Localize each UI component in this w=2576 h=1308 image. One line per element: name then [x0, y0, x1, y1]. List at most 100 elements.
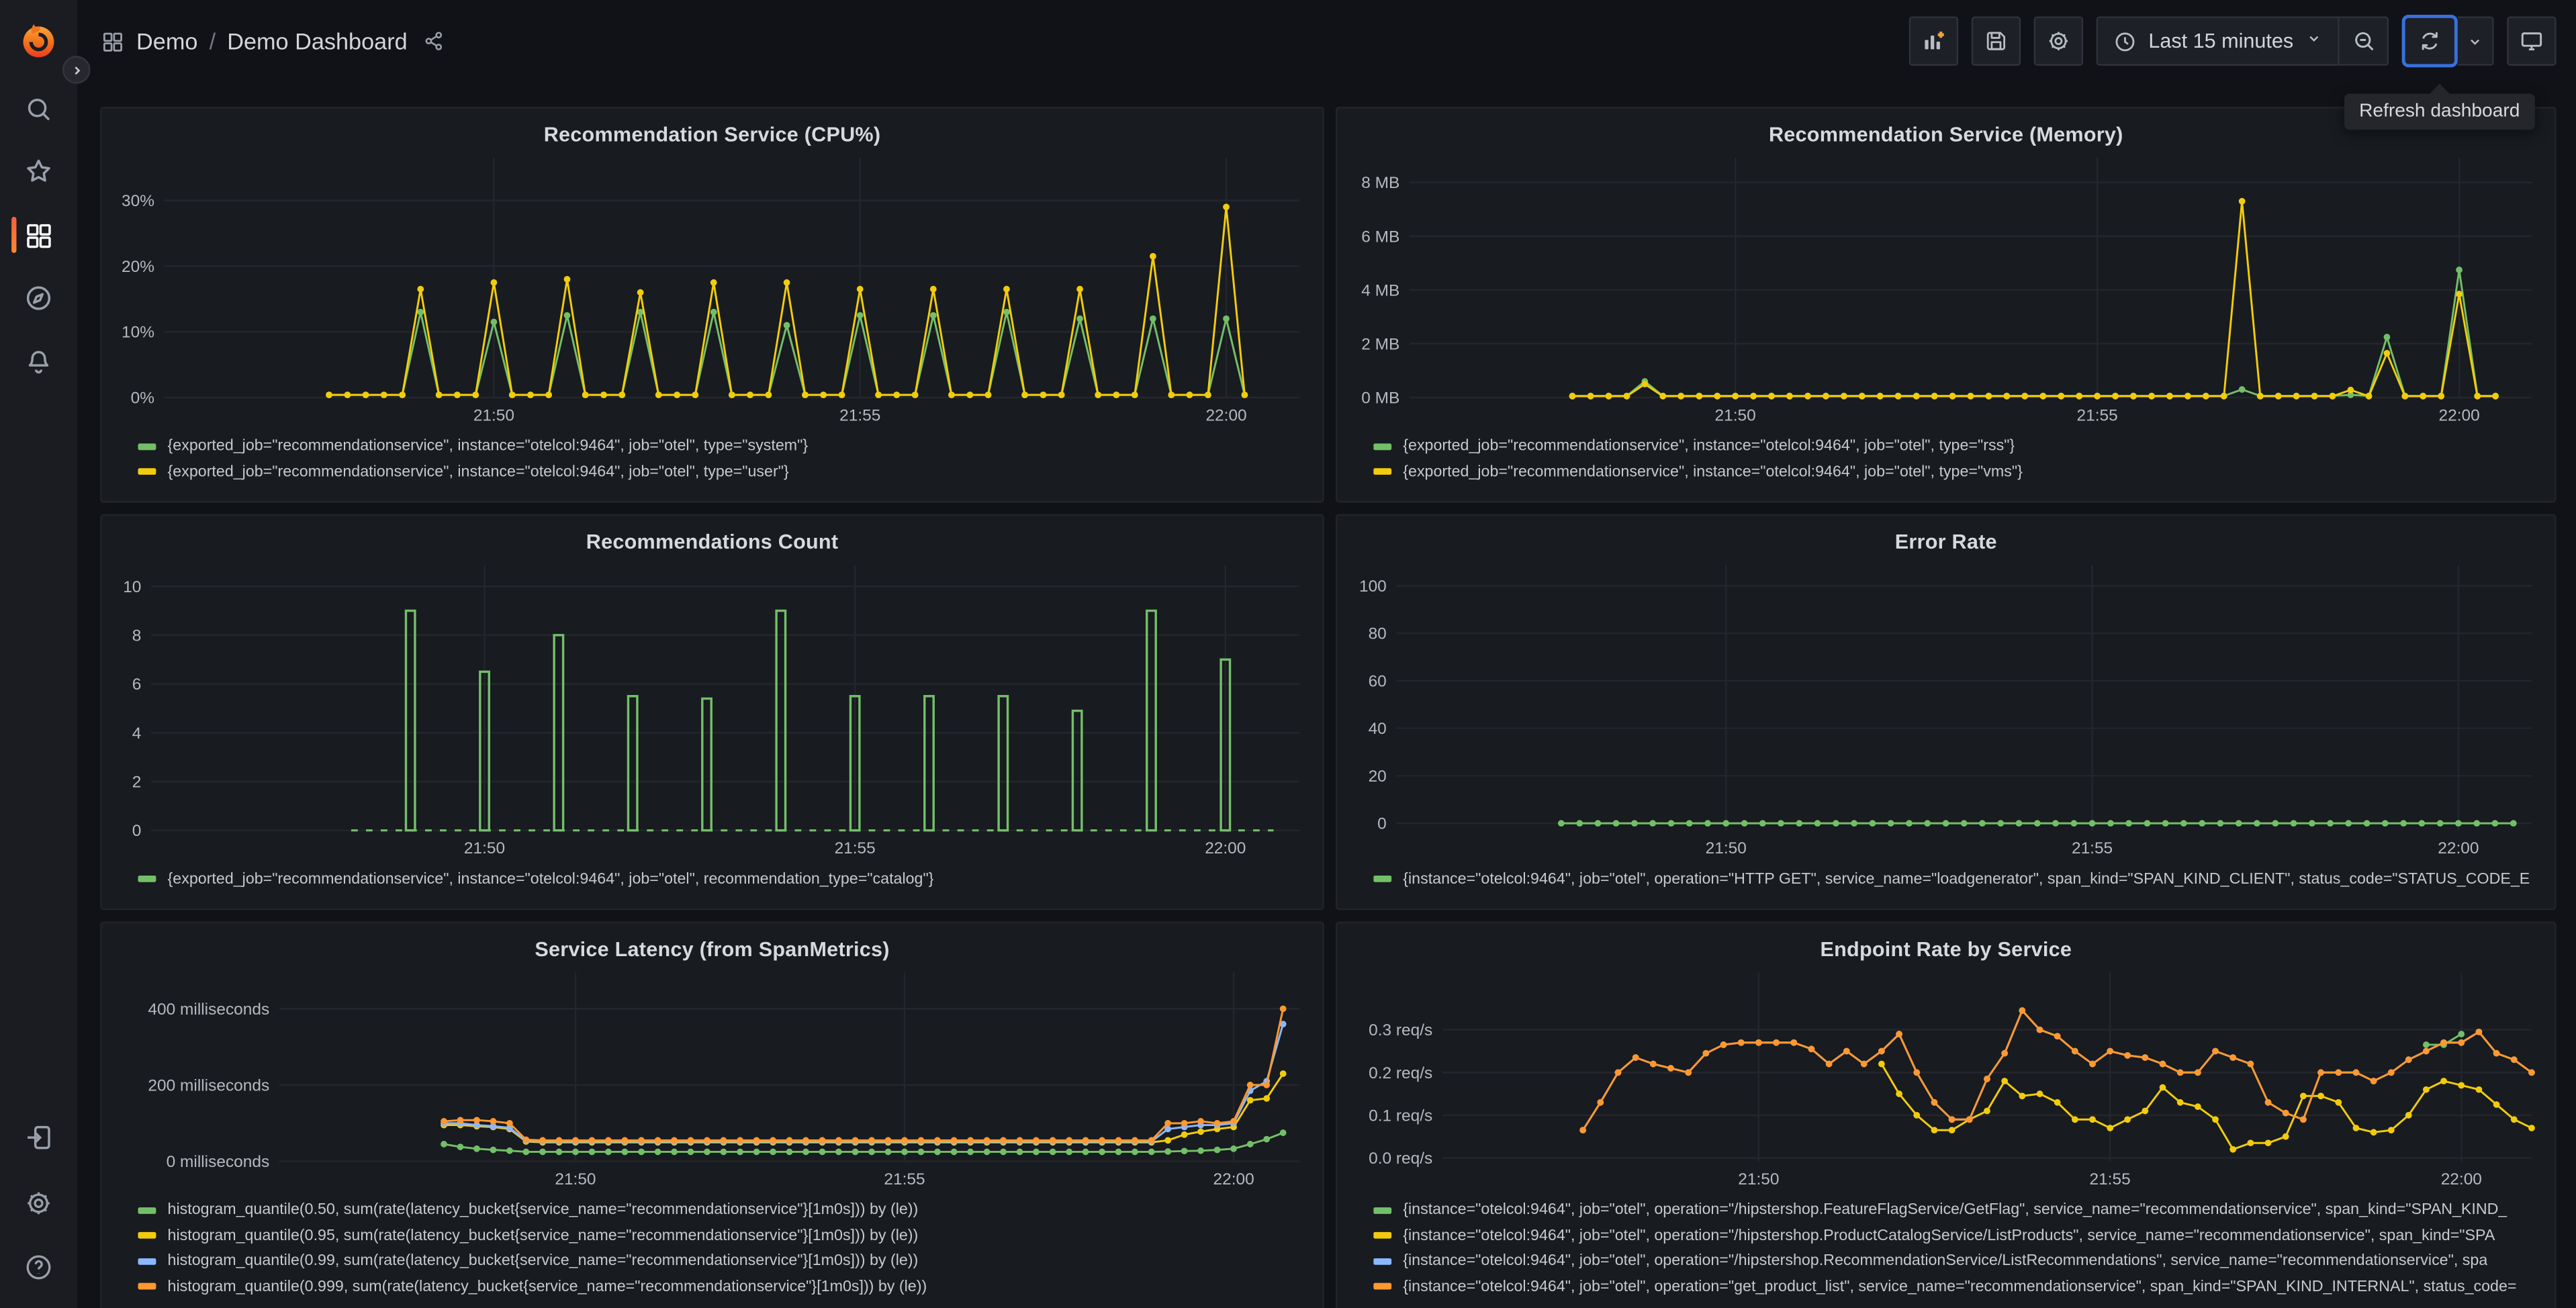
- svg-text:6 MB: 6 MB: [1361, 228, 1399, 246]
- sidebar-item-search[interactable]: [0, 92, 77, 125]
- legend-label[interactable]: {instance="otelcol:9464", job="otel", op…: [1403, 1227, 2495, 1245]
- svg-text:4: 4: [132, 725, 142, 743]
- svg-text:0.3 req/s: 0.3 req/s: [1369, 1021, 1432, 1039]
- panel-legend: {exported_job="recommendationservice", i…: [115, 434, 1309, 485]
- svg-text:22:00: 22:00: [1205, 839, 1246, 857]
- svg-text:6: 6: [132, 675, 142, 694]
- time-range-picker[interactable]: Last 15 minutes: [2096, 16, 2340, 66]
- legend-label[interactable]: {exported_job="recommendationservice", i…: [168, 870, 934, 888]
- chart[interactable]: 0% 10% 20% 30% 21:50 21:55 22:00: [115, 151, 1309, 427]
- legend-label[interactable]: histogram_quantile(0.50, sum(rate(latenc…: [168, 1201, 919, 1219]
- svg-text:21:55: 21:55: [839, 406, 880, 424]
- refresh-interval-dropdown[interactable]: [2457, 16, 2494, 66]
- breadcrumb-page[interactable]: Demo Dashboard: [227, 28, 407, 54]
- svg-text:2 MB: 2 MB: [1361, 336, 1399, 354]
- panel-legend: {instance="otelcol:9464", job="otel", op…: [1350, 866, 2542, 892]
- chart[interactable]: 0 MB 2 MB 4 MB 6 MB 8 MB 21:50 21:55 22:00: [1350, 151, 2542, 427]
- clock-icon: [2112, 29, 2137, 54]
- legend-label[interactable]: histogram_quantile(0.999, sum(rate(laten…: [168, 1278, 927, 1296]
- legend-swatch: [1373, 1207, 1392, 1214]
- svg-text:40: 40: [1369, 720, 1387, 738]
- chevron-down-icon: [2305, 30, 2323, 48]
- legend-item: histogram_quantile(0.999, sum(rate(laten…: [138, 1274, 1309, 1299]
- legend-label[interactable]: {instance="otelcol:9464", job="otel", op…: [1403, 1278, 2516, 1296]
- sidebar-item-help[interactable]: [0, 1251, 77, 1284]
- dashboard-grid: Recommendation Service (CPU%) 0% 10% 20% 30%…: [77, 82, 2576, 1308]
- svg-text:21:50: 21:50: [555, 1170, 596, 1188]
- compass-icon: [23, 283, 54, 314]
- legend-label[interactable]: {instance="otelcol:9464", job="otel", op…: [1403, 1201, 2507, 1219]
- refresh-dashboard-button[interactable]: [2401, 15, 2458, 68]
- panel-title[interactable]: Error Rate: [1350, 526, 2542, 559]
- legend-label[interactable]: {exported_job="recommendationservice", i…: [168, 437, 809, 455]
- svg-text:0 MB: 0 MB: [1361, 389, 1399, 408]
- grafana-logo[interactable]: [18, 19, 59, 60]
- legend-swatch: [138, 1207, 156, 1214]
- legend-item: {exported_job="recommendationservice", i…: [138, 866, 1309, 892]
- chevron-right-icon: [68, 62, 85, 78]
- sidebar-expand-button[interactable]: [62, 56, 91, 84]
- legend-label[interactable]: histogram_quantile(0.99, sum(rate(latenc…: [168, 1252, 919, 1270]
- add-panel-button[interactable]: [1908, 16, 1958, 66]
- legend-label[interactable]: {instance="otelcol:9464", job="otel", op…: [1403, 870, 2530, 888]
- time-controls: Last 15 minutes: [2096, 16, 2389, 66]
- grafana-app: Demo / Demo Dashboard Last 15 minutes Re…: [0, 0, 2576, 1308]
- legend-label[interactable]: histogram_quantile(0.95, sum(rate(latenc…: [168, 1227, 919, 1245]
- legend-swatch: [1373, 876, 1392, 883]
- svg-text:0 milliseconds: 0 milliseconds: [167, 1153, 270, 1171]
- legend-swatch: [138, 1232, 156, 1240]
- dashboard-settings-button[interactable]: [2033, 16, 2083, 66]
- chart[interactable]: 0.0 req/s 0.1 req/s 0.2 req/s 0.3 req/s 21:5…: [1350, 966, 2542, 1191]
- legend-item: {exported_job="recommendationservice", i…: [138, 459, 1309, 485]
- panel-title[interactable]: Endpoint Rate by Service: [1350, 933, 2542, 966]
- chart[interactable]: 0 milliseconds 200 milliseconds 400 millis…: [115, 966, 1309, 1191]
- sidebar-item-configuration[interactable]: [0, 1186, 77, 1219]
- sidebar: [0, 0, 91, 1308]
- svg-text:10%: 10%: [122, 324, 154, 342]
- chart[interactable]: 0 20 40 60 80 100 21:50 21:55 22:00: [1350, 559, 2542, 860]
- gear-icon: [2045, 28, 2071, 54]
- breadcrumb-section[interactable]: Demo: [136, 28, 197, 54]
- chart[interactable]: 0 2 4 6 8 10 21:50 21:55 22:00: [115, 559, 1309, 860]
- save-dashboard-button[interactable]: [1971, 16, 2021, 66]
- legend-item: {instance="otelcol:9464", job="otel", op…: [1373, 1248, 2541, 1274]
- legend-item: {instance="otelcol:9464", job="otel", op…: [1373, 1223, 2541, 1248]
- legend-swatch: [138, 1283, 156, 1291]
- panel-title[interactable]: Recommendations Count: [115, 526, 1309, 559]
- sign-in-icon: [23, 1122, 54, 1153]
- svg-text:22:00: 22:00: [2438, 839, 2479, 857]
- legend-item: {instance="otelcol:9464", job="otel", op…: [1373, 866, 2541, 892]
- panel-title[interactable]: Service Latency (from SpanMetrics): [115, 933, 1309, 966]
- bell-icon: [23, 346, 54, 377]
- share-icon: [422, 30, 445, 52]
- monitor-icon: [2518, 28, 2544, 54]
- panel-legend: {exported_job="recommendationservice", i…: [1350, 434, 2542, 485]
- legend-label[interactable]: {exported_job="recommendationservice", i…: [168, 463, 789, 481]
- legend-swatch: [1373, 1283, 1392, 1291]
- legend-label[interactable]: {instance="otelcol:9464", job="otel", op…: [1403, 1252, 2487, 1270]
- grafana-logo-icon: [23, 24, 54, 58]
- sidebar-item-explore[interactable]: [0, 282, 77, 315]
- panel-3: Recommendations Count 0 2 4 6 8 10 21:50 21:55 22…: [100, 514, 1324, 910]
- sidebar-item-sign-in[interactable]: [0, 1121, 77, 1154]
- share-dashboard-button[interactable]: [422, 30, 445, 52]
- svg-text:4 MB: 4 MB: [1361, 281, 1399, 299]
- legend-label[interactable]: {exported_job="recommendationservice", i…: [1403, 437, 2015, 455]
- refresh-controls: [2401, 15, 2494, 68]
- sidebar-item-dashboards[interactable]: [0, 216, 77, 253]
- panel-6: Endpoint Rate by Service 0.0 req/s 0.1 req…: [1335, 921, 2557, 1308]
- legend-item: {exported_job="recommendationservice", i…: [1373, 459, 2541, 485]
- cycle-view-mode-button[interactable]: [2507, 16, 2557, 66]
- legend-item: {exported_job="recommendationservice", i…: [138, 434, 1309, 459]
- legend-swatch: [1373, 442, 1392, 450]
- panel-title[interactable]: Recommendation Service (CPU%): [115, 118, 1309, 151]
- sidebar-item-alerting[interactable]: [0, 345, 77, 378]
- svg-text:22:00: 22:00: [1213, 1170, 1254, 1188]
- svg-text:22:00: 22:00: [1205, 406, 1246, 424]
- tooltip-text: Refresh dashboard: [2359, 101, 2520, 122]
- legend-label[interactable]: {exported_job="recommendationservice", i…: [1403, 463, 2023, 481]
- sidebar-item-starred[interactable]: [0, 155, 77, 188]
- refresh-tooltip: Refresh dashboard: [2344, 83, 2535, 130]
- panel-2: Recommendation Service (Memory) 0 MB 2 MB 4…: [1335, 107, 2557, 503]
- zoom-out-button[interactable]: [2339, 16, 2389, 66]
